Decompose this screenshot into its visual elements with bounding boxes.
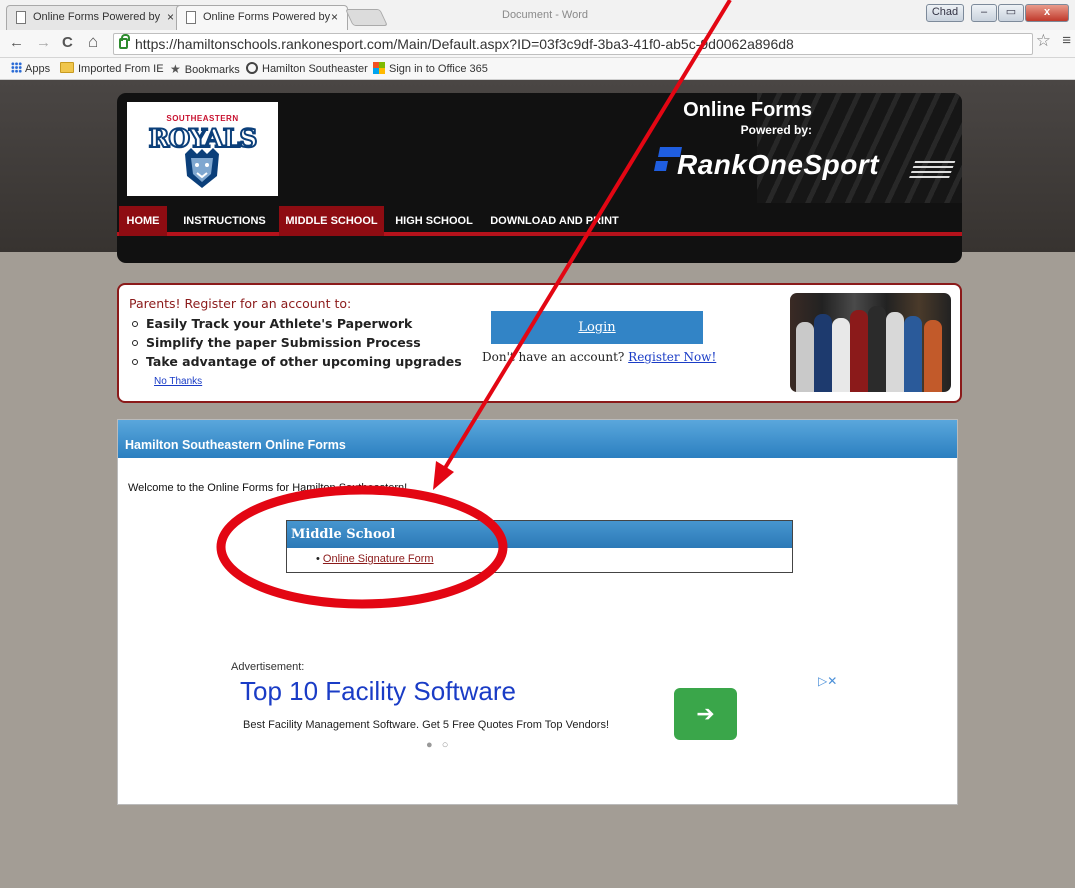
bookmark-label: Bookmarks [184,64,240,76]
nav-instructions[interactable]: INSTRUCTIONS [177,206,272,236]
window-title: Document - Word [502,9,588,21]
bookmark-label: Sign in to Office 365 [389,63,488,75]
reload-icon[interactable]: C [62,34,73,51]
banner-heading: Parents! Register for an account to: [129,296,352,311]
ad-pager-dots[interactable]: ● ○ [426,739,451,751]
back-arrow-icon[interactable]: ← [9,34,24,51]
list-item-text: Take advantage of other upcoming upgrade… [146,354,462,369]
lion-mascot-icon [185,148,219,188]
rankonesport-brand: RankOneSport [677,149,880,180]
welcome-text: Welcome to the Online Forms for Hamilton… [128,482,408,494]
minimize-button[interactable]: – [971,4,997,22]
bookmark-hamilton[interactable]: Hamilton Southeaster [246,62,368,75]
ad-choices-icon[interactable]: ▷✕ [818,674,837,688]
no-thanks-link[interactable]: No Thanks [154,376,202,387]
logo-top-text: SOUTHEASTERN [166,114,239,123]
athletes-photo [790,293,951,392]
nav-high-school[interactable]: HIGH SCHOOL [389,206,479,236]
home-icon[interactable]: ⌂ [88,32,98,52]
browser-tab[interactable]: Online Forms Powered by × [6,5,184,30]
main-nav: HOME INSTRUCTIONS MIDDLE SCHOOL HIGH SCH… [117,206,962,236]
register-prompt: Don't have an account? Register Now! [482,350,716,364]
document-icon [186,11,196,24]
list-item: Simplify the paper Submission Process [129,335,462,354]
star-icon: ★ [170,62,181,76]
section-title: Middle School [287,521,792,548]
ad-arrow-button[interactable]: ➔ [674,688,737,740]
bullet-icon: • [316,553,323,565]
list-item: Easily Track your Athlete's Paperwork [129,316,462,335]
powered-by-label: Powered by: [740,123,812,137]
document-icon [16,11,26,24]
bullet-icon [132,340,138,346]
browser-tab-active[interactable]: Online Forms Powered by × [176,5,348,30]
athlete-figure [814,314,832,392]
athlete-figure [904,316,922,392]
bookmark-bookmarks[interactable]: ★ Bookmarks [170,62,240,76]
tab-close-icon[interactable]: × [331,10,338,24]
bookmark-office[interactable]: Sign in to Office 365 [373,62,488,75]
ad-headline[interactable]: Top 10 Facility Software [240,676,516,707]
online-signature-form-link[interactable]: Online Signature Form [323,553,434,565]
office-icon [373,62,385,74]
bookmark-label: Imported From IE [78,63,164,75]
athlete-figure [886,312,904,392]
site-icon [246,62,258,74]
brand-speed-lines [908,161,956,179]
list-item: • Online Signature Form [316,553,434,565]
bookmark-imported[interactable]: Imported From IE [60,62,164,75]
tab-title: Online Forms Powered by [203,11,331,23]
ad-description[interactable]: Best Facility Management Software. Get 5… [243,719,609,731]
panel-title: Hamilton Southeastern Online Forms [118,420,957,458]
menu-icon[interactable]: ≡ [1062,32,1071,49]
athlete-figure [868,306,886,392]
advertisement-label: Advertisement: [231,661,305,673]
list-item-text: Simplify the paper Submission Process [146,335,421,350]
middle-school-section: Middle School • Online Signature Form [286,520,793,573]
no-account-text: Don't have an account? [482,350,625,364]
bookmark-label: Hamilton Southeaster [262,63,368,75]
window-controls: Chad – ▭ x [925,4,1069,22]
banner-benefits-list: Easily Track your Athlete's Paperwork Si… [129,316,462,373]
register-now-link[interactable]: Register Now! [628,350,716,364]
nav-download-print[interactable]: DOWNLOAD AND PRINT [487,206,622,236]
list-item: Take advantage of other upcoming upgrade… [129,354,462,373]
bullet-icon [132,359,138,365]
close-window-button[interactable]: x [1025,4,1069,22]
url-text[interactable]: https://hamiltonschools.rankonesport.com… [135,36,794,52]
site-header: SOUTHEASTERN ROYALS Online Forms Powered… [117,93,962,263]
new-tab-button[interactable] [345,9,388,26]
list-item-text: Easily Track your Athlete's Paperwork [146,316,413,331]
register-banner: Parents! Register for an account to: Eas… [117,283,962,403]
bookmark-apps[interactable]: Apps [11,62,50,75]
nav-home[interactable]: HOME [119,206,167,236]
apps-grid-icon [11,62,22,73]
browser-toolbar: ← → C ⌂ https://hamiltonschools.rankones… [0,30,1075,58]
bookmark-star-icon[interactable]: ☆ [1036,31,1051,51]
athlete-figure [924,320,942,392]
tab-strip: Online Forms Powered by × Online Forms P… [0,0,1075,30]
athlete-figure [796,322,814,392]
online-forms-panel: Hamilton Southeastern Online Forms Welco… [117,419,958,805]
user-button[interactable]: Chad [926,4,964,22]
bookmark-label: Apps [25,63,51,75]
bullet-icon [132,321,138,327]
online-forms-title: Online Forms [683,99,812,121]
bookmarks-bar: Apps Imported From IE ★ Bookmarks Hamilto… [0,58,1075,80]
folder-icon [60,62,74,73]
lock-icon [119,34,130,49]
tab-close-icon[interactable]: × [167,10,174,24]
athlete-figure [850,310,868,392]
login-button[interactable]: Login [491,311,703,344]
athlete-figure [832,318,850,392]
maximize-button[interactable]: ▭ [998,4,1024,22]
royals-logo[interactable]: SOUTHEASTERN ROYALS [127,102,278,196]
address-bar[interactable]: https://hamiltonschools.rankonesport.com… [113,33,1033,55]
tab-title: Online Forms Powered by [33,11,161,23]
nav-middle-school[interactable]: MIDDLE SCHOOL [279,206,384,236]
forward-arrow-icon[interactable]: → [36,34,51,51]
